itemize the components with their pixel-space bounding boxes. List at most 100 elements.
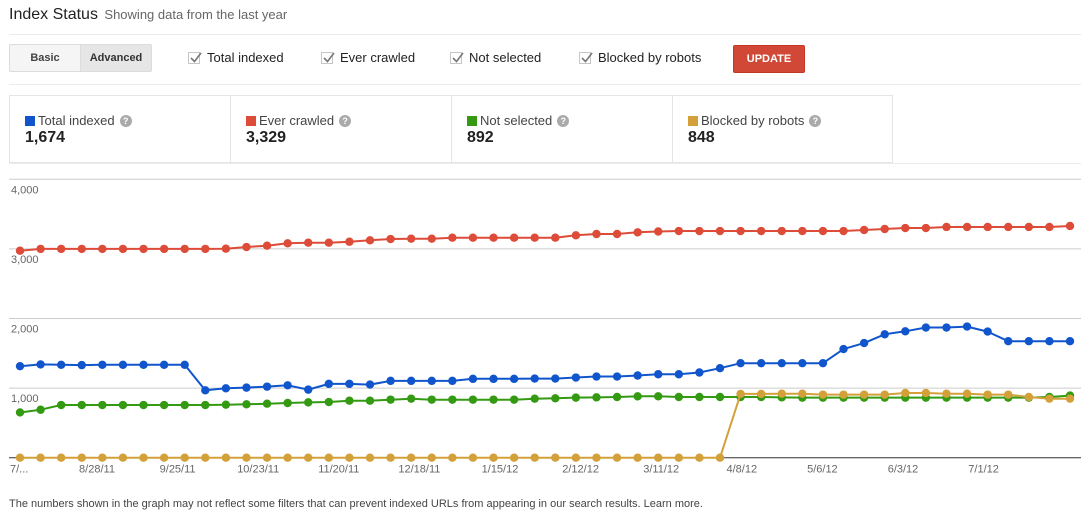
- data-point-total-indexed: [798, 358, 807, 368]
- checkbox-not-selected[interactable]: Not selected: [450, 50, 541, 65]
- data-point-total-indexed: [962, 322, 972, 331]
- series-line-not-selected: [19, 394, 1071, 414]
- help-icon[interactable]: ?: [809, 114, 822, 127]
- data-point-blocked-by-robots: [427, 453, 436, 462]
- data-point-blocked-by-robots: [777, 389, 786, 398]
- data-point-blocked-by-robots: [839, 390, 848, 399]
- data-point-total-indexed: [736, 358, 745, 368]
- basic-view-button[interactable]: Basic: [9, 44, 81, 72]
- data-point-blocked-by-robots: [283, 453, 292, 462]
- advanced-view-button[interactable]: Advanced: [80, 44, 152, 72]
- data-point-blocked-by-robots: [448, 453, 457, 462]
- data-point-total-indexed: [489, 374, 498, 384]
- data-point-not-selected: [489, 395, 498, 404]
- data-point-ever-crawled: [98, 244, 107, 254]
- summary-label: Not selected: [480, 113, 553, 128]
- data-point-not-selected: [674, 392, 684, 402]
- x-tick-label: 6/3/12: [888, 464, 919, 476]
- data-point-total-indexed: [880, 330, 889, 339]
- data-point-not-selected: [77, 400, 86, 410]
- data-point-blocked-by-robots: [592, 453, 601, 462]
- checkbox-checked-icon[interactable]: [188, 51, 202, 64]
- data-point-not-selected: [715, 392, 725, 402]
- data-point-total-indexed: [715, 363, 725, 373]
- data-point-ever-crawled: [489, 233, 498, 242]
- data-point-total-indexed: [201, 386, 210, 395]
- data-point-ever-crawled: [798, 226, 807, 236]
- data-point-ever-crawled: [1024, 222, 1034, 232]
- x-tick-label: 8/28/11: [79, 464, 115, 476]
- data-point-blocked-by-robots: [901, 388, 910, 398]
- data-point-blocked-by-robots: [56, 453, 66, 462]
- data-point-blocked-by-robots: [715, 453, 725, 462]
- data-point-blocked-by-robots: [736, 389, 745, 399]
- summary-label: Blocked by robots: [701, 113, 805, 128]
- data-point-ever-crawled: [406, 234, 416, 243]
- data-point-blocked-by-robots: [612, 453, 622, 462]
- summary-ever-crawled: Ever crawled ? 3,329: [230, 95, 451, 163]
- checkbox-ever-crawled[interactable]: Ever crawled: [321, 50, 415, 65]
- data-point-total-indexed: [468, 374, 478, 384]
- data-point-total-indexed: [36, 360, 45, 369]
- checkbox-total-indexed[interactable]: Total indexed: [188, 50, 284, 65]
- data-point-total-indexed: [509, 374, 519, 384]
- data-point-ever-crawled: [756, 226, 766, 236]
- data-point-ever-crawled: [221, 244, 231, 253]
- update-button-label: UPDATE: [746, 53, 792, 65]
- data-point-ever-crawled: [921, 223, 931, 233]
- series-color-swatch: [246, 115, 256, 126]
- data-point-blocked-by-robots: [468, 453, 478, 462]
- data-point-not-selected: [262, 399, 272, 408]
- data-point-not-selected: [633, 392, 642, 401]
- data-point-total-indexed: [777, 358, 786, 368]
- data-point-blocked-by-robots: [118, 453, 128, 462]
- data-point-total-indexed: [592, 372, 601, 381]
- data-point-total-indexed: [77, 360, 86, 370]
- data-point-ever-crawled: [139, 244, 148, 254]
- data-point-ever-crawled: [695, 226, 704, 236]
- data-point-not-selected: [612, 392, 622, 402]
- data-point-ever-crawled: [880, 224, 889, 234]
- data-point-blocked-by-robots: [674, 453, 684, 462]
- checkbox-checked-icon[interactable]: [321, 51, 335, 64]
- data-point-total-indexed: [262, 382, 272, 391]
- data-point-ever-crawled: [36, 244, 45, 254]
- summary-value: 848: [688, 129, 715, 146]
- data-point-blocked-by-robots: [1024, 392, 1034, 402]
- data-point-ever-crawled: [715, 226, 725, 236]
- data-point-blocked-by-robots: [756, 389, 766, 399]
- help-icon[interactable]: ?: [339, 114, 352, 127]
- index-status-chart: 1,000 2,000 3,000 4,000 7/... 8/28/11 9/25/11 1…: [9, 178, 1081, 476]
- data-point-total-indexed: [839, 344, 848, 354]
- x-tick-label: 3/11/12: [643, 464, 679, 476]
- help-icon[interactable]: ?: [557, 114, 570, 127]
- data-point-total-indexed: [180, 360, 189, 369]
- data-point-not-selected: [98, 400, 107, 410]
- help-icon[interactable]: ?: [119, 114, 132, 127]
- data-point-total-indexed: [942, 323, 951, 332]
- checkbox-blocked-by-robots[interactable]: Blocked by robots: [579, 50, 701, 65]
- update-button[interactable]: UPDATE: [733, 45, 805, 73]
- x-tick-label: 7/1/12: [968, 464, 999, 476]
- series-line-total-indexed: [19, 325, 1070, 392]
- data-point-blocked-by-robots: [880, 390, 889, 399]
- data-point-total-indexed: [901, 327, 910, 336]
- data-point-total-indexed: [427, 376, 436, 386]
- data-point-blocked-by-robots: [15, 453, 25, 462]
- data-point-not-selected: [654, 392, 663, 401]
- data-point-total-indexed: [118, 360, 128, 369]
- data-point-ever-crawled: [654, 227, 663, 236]
- data-point-total-indexed: [304, 385, 313, 394]
- checkbox-checked-icon[interactable]: [579, 51, 593, 64]
- data-point-total-indexed: [571, 373, 581, 382]
- x-tick-label: 4/8/12: [727, 464, 758, 476]
- data-point-total-indexed: [983, 327, 992, 336]
- data-point-ever-crawled: [324, 238, 334, 247]
- data-point-ever-crawled: [530, 233, 539, 242]
- checkbox-checked-icon[interactable]: [450, 51, 464, 64]
- data-point-total-indexed: [654, 370, 663, 379]
- data-point-total-indexed: [324, 379, 334, 389]
- data-point-total-indexed: [15, 361, 25, 371]
- data-point-ever-crawled: [180, 244, 189, 254]
- series-color-swatch: [688, 115, 698, 126]
